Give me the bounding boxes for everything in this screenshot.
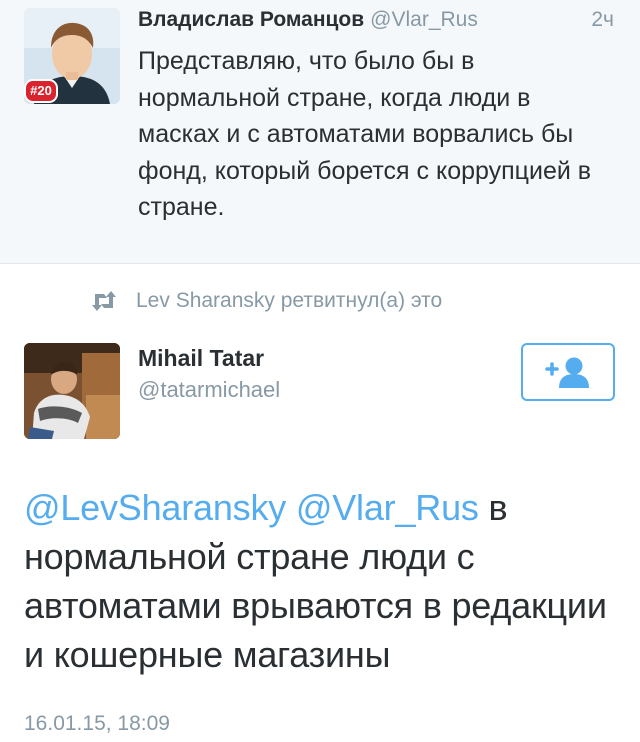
tweet-time: 2ч bbox=[591, 8, 614, 31]
quoted-tweet-text: Представляю, что было бы в нормальной ст… bbox=[138, 47, 592, 221]
tweet-date: 16.01.15, 18:09 bbox=[24, 712, 170, 735]
retweet-notice: Lev Sharansky ретвитнул(а) это bbox=[90, 289, 442, 313]
avatar[interactable] bbox=[24, 343, 120, 439]
author-name[interactable]: Владислав Романцов bbox=[138, 8, 364, 31]
add-user-icon bbox=[545, 357, 589, 388]
avatar-badge: #20 bbox=[24, 79, 58, 103]
quoted-tweet[interactable]: #20 Владислав Романцов @Vlar_Rus 2ч Предс… bbox=[0, 0, 640, 264]
author-handle[interactable]: @Vlar_Rus bbox=[370, 8, 478, 31]
author-handle[interactable]: @tatarmichael bbox=[138, 377, 280, 403]
mention-link[interactable]: @LevSharansky bbox=[24, 487, 286, 528]
avatar-photo bbox=[24, 343, 120, 439]
follow-button[interactable] bbox=[521, 343, 615, 401]
tweet-text: @LevSharansky @Vlar_Rus в нормальной стр… bbox=[24, 483, 624, 679]
author-name[interactable]: Mihail Tatar bbox=[138, 345, 264, 372]
retweet-icon bbox=[92, 291, 116, 311]
retweet-notice-text: Lev Sharansky ретвитнул(а) это bbox=[136, 289, 443, 312]
quoted-tweet-header: Владислав Романцов @Vlar_Rus bbox=[138, 8, 478, 32]
mention-link[interactable]: @Vlar_Rus bbox=[296, 487, 479, 528]
